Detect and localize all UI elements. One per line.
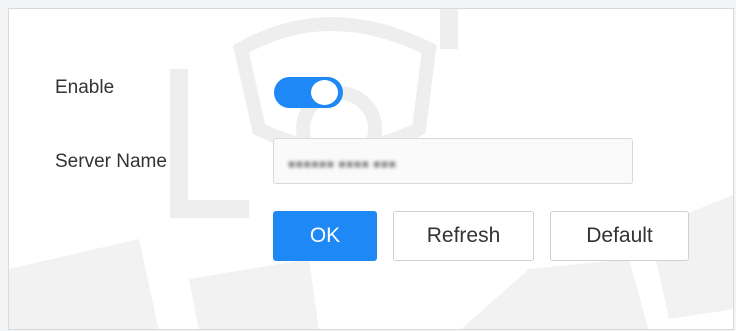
enable-toggle[interactable]	[274, 77, 343, 108]
server-name-input[interactable]	[273, 138, 633, 184]
settings-panel: Enable Server Name ■■■■■■ ■■■■ ■■■ OK Re…	[8, 8, 734, 330]
ok-button[interactable]: OK	[273, 211, 377, 261]
enable-label: Enable	[55, 77, 115, 98]
toggle-knob	[311, 80, 338, 105]
default-button[interactable]: Default	[550, 211, 689, 261]
server-name-label: Server Name	[55, 151, 167, 172]
refresh-button[interactable]: Refresh	[393, 211, 534, 261]
